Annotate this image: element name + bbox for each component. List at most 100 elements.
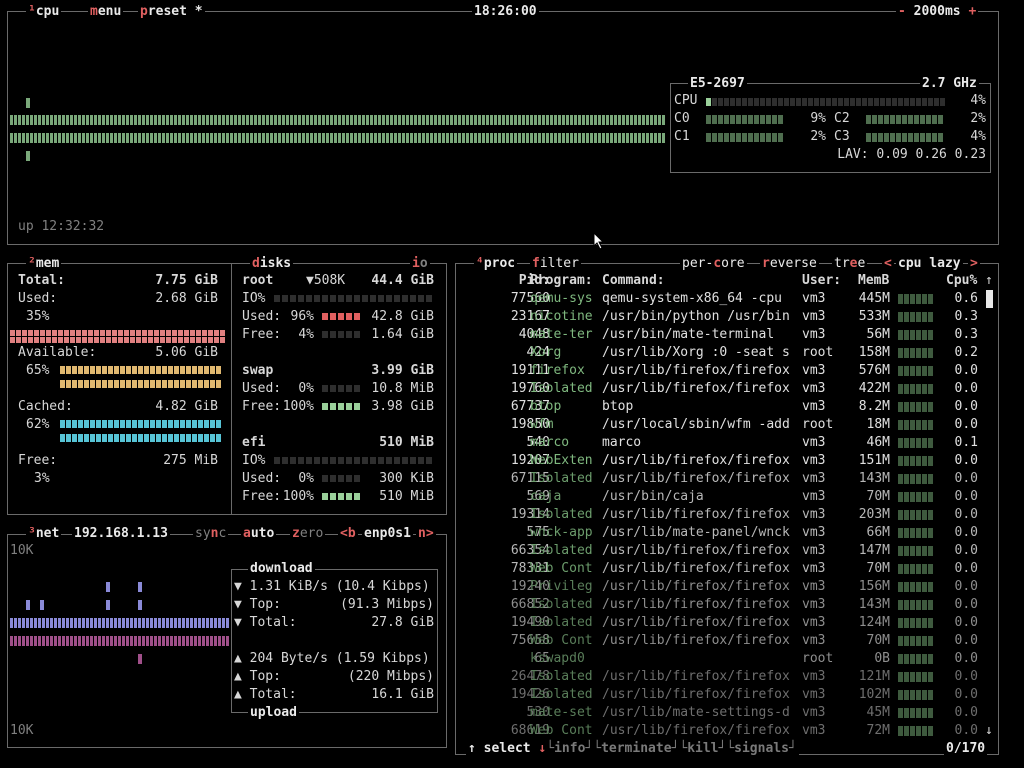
disks-title[interactable]: disks xyxy=(250,257,294,271)
header-command[interactable]: Command: xyxy=(602,272,665,290)
mem-graph-cell xyxy=(126,380,131,388)
memory-panel-title[interactable]: ²mem xyxy=(26,257,62,271)
net-download-cell xyxy=(130,618,133,628)
cpu-graph-cell xyxy=(18,115,21,125)
process-command: /usr/lib/firefox/firefox xyxy=(602,453,790,468)
net-upload-cell xyxy=(138,654,142,664)
cpu-graph-cell xyxy=(462,133,465,143)
process-row[interactable]: 540 marco marco vm3 46M 0.1 xyxy=(458,434,998,452)
process-mem: 8.2M xyxy=(858,399,890,414)
process-command: /usr/lib/firefox/firefox xyxy=(602,561,790,576)
signals-button[interactable]: signals xyxy=(734,741,789,756)
core-graph-cell xyxy=(866,115,871,124)
disk-meter-cell xyxy=(330,331,336,338)
header-program[interactable]: Program: xyxy=(530,272,593,290)
cpu-graph-cell xyxy=(218,115,221,125)
process-mem: 70M xyxy=(866,489,890,504)
net-next-interface-button[interactable]: n> xyxy=(416,527,436,541)
process-row[interactable]: 26478 Isolated/usr/lib/firefox/firefox vm3… xyxy=(458,668,998,686)
proc-tree-toggle[interactable]: tree xyxy=(832,257,868,271)
disk-meter-cell xyxy=(338,493,344,500)
cpu-graph-cell xyxy=(278,133,281,143)
menu-button[interactable]: menu xyxy=(88,5,124,19)
io-toggle[interactable]: io xyxy=(410,257,430,271)
cpu-graph-cell xyxy=(290,115,293,125)
process-row[interactable]: 575 wnck-app/usr/lib/mate-panel/wnck vm3 66… xyxy=(458,524,998,542)
net-auto-toggle[interactable]: auto xyxy=(241,527,277,541)
process-cpu-cell xyxy=(916,420,921,430)
process-row[interactable]: 569 caja/usr/bin/caja vm3 70M 0.0 xyxy=(458,488,998,506)
header-cpu[interactable]: Cpu% xyxy=(946,272,977,290)
process-row[interactable]: 19240 Privileg/usr/lib/firefox/firefox vm3… xyxy=(458,578,998,596)
interval-decrease-button[interactable]: - xyxy=(898,4,906,19)
process-row[interactable]: 66852 Isolated/usr/lib/firefox/firefox vm3… xyxy=(458,596,998,614)
process-cpu-cell xyxy=(922,492,927,502)
process-cpu-cell xyxy=(916,330,921,340)
cpu-title[interactable]: cpu xyxy=(36,4,59,19)
net-upload-cell xyxy=(214,636,217,646)
header-mem[interactable]: MemB xyxy=(858,272,889,290)
cpu-graph-cell xyxy=(226,115,229,125)
proc-per-core-toggle[interactable]: per-core xyxy=(680,257,747,271)
sort-next-button[interactable]: > xyxy=(968,257,980,271)
mem-graph-cell xyxy=(132,380,137,388)
terminate-button[interactable]: terminate xyxy=(601,741,671,756)
proc-reverse-toggle[interactable]: reverse xyxy=(760,257,819,271)
process-panel-title[interactable]: ⁴proc xyxy=(474,257,518,271)
net-prev-interface-button[interactable]: <b xyxy=(338,527,358,541)
process-row[interactable]: 78331 Web Cont/usr/lib/firefox/firefox vm3… xyxy=(458,560,998,578)
cpu-graph-cell xyxy=(590,115,593,125)
proc-scrollbar[interactable] xyxy=(986,290,993,308)
disk-meter-cell xyxy=(290,295,296,302)
process-row[interactable]: 4048 mate-ter/usr/bin/mate-terminal vm3 56M… xyxy=(458,326,998,344)
process-row[interactable]: 530 mate-set/usr/lib/mate-settings-d vm3 45… xyxy=(458,704,998,722)
process-row[interactable]: 19490 Isolated/usr/lib/firefox/firefox vm3… xyxy=(458,614,998,632)
disk-swap-used-value: 10.8 MiB xyxy=(371,381,434,396)
cpu-graph-cell xyxy=(382,115,385,125)
process-row[interactable]: 23167 nicotine/usr/bin/python /usr/bin vm3… xyxy=(458,308,998,326)
cpu-graph-cell xyxy=(302,133,305,143)
disk-root-used-label: Used: xyxy=(242,309,282,324)
process-row[interactable]: 19314 Isolated/usr/lib/firefox/firefox vm3… xyxy=(458,506,998,524)
preset-button[interactable]: preset * xyxy=(138,5,205,19)
kill-button[interactable]: kill xyxy=(687,741,718,756)
process-program: Isolated xyxy=(530,597,593,612)
mem-free-value: 275 MiB xyxy=(163,453,218,468)
process-row[interactable]: 77560 qemu-sys qemu-system-x86_64 -cpu vm3 4… xyxy=(458,290,998,308)
cpu-graph-cell xyxy=(322,115,325,125)
process-row[interactable]: 19850 wfm/usr/local/sbin/wfm -add root 18M 0… xyxy=(458,416,998,434)
header-user[interactable]: User: xyxy=(802,272,841,290)
process-row[interactable]: 65 kswapd0 root 0B 0.0 xyxy=(458,650,998,668)
scroll-down-icon[interactable]: ↓ xyxy=(985,722,993,740)
cpu-graph-cell xyxy=(466,115,469,125)
process-row[interactable]: 19207 WebExten/usr/lib/firefox/firefox vm3… xyxy=(458,452,998,470)
proc-filter-button[interactable]: filter xyxy=(530,257,581,271)
process-mem: 0B xyxy=(874,651,890,666)
process-row[interactable]: 68619 Web Cont/usr/lib/firefox/firefox vm3… xyxy=(458,722,998,740)
process-cpu-cell xyxy=(898,528,903,538)
process-cpu-cell xyxy=(904,492,909,502)
process-row[interactable]: 75658 Web Cont/usr/lib/firefox/firefox vm3… xyxy=(458,632,998,650)
process-row[interactable]: 66354 Isolated/usr/lib/firefox/firefox vm3… xyxy=(458,542,998,560)
process-row[interactable]: 424 Xorg/usr/lib/Xorg :0 -seat s root 158M 0… xyxy=(458,344,998,362)
process-row[interactable]: 67115 Isolated/usr/lib/firefox/firefox vm3… xyxy=(458,470,998,488)
info-button[interactable]: info xyxy=(554,741,585,756)
process-cpu-cell xyxy=(928,708,933,718)
upload-total-value: 16.1 GiB xyxy=(371,687,434,702)
interval-increase-button[interactable]: + xyxy=(968,4,976,19)
net-zero-toggle[interactable]: zero xyxy=(290,527,326,541)
cpu-graph-cell xyxy=(98,115,101,125)
process-row[interactable]: 19426 Isolated/usr/lib/firefox/firefox vm3… xyxy=(458,686,998,704)
select-up-button[interactable]: ↑ xyxy=(468,741,476,756)
cpu-total-percent: 4% xyxy=(970,93,986,108)
network-panel-title[interactable]: ³net xyxy=(26,527,62,541)
sort-prev-button[interactable]: < xyxy=(882,257,894,271)
process-row[interactable]: 19111 firefox/usr/lib/firefox/firefox vm3 5… xyxy=(458,362,998,380)
process-cpu-graph xyxy=(898,474,933,484)
process-row[interactable]: 19760 Isolated/usr/lib/firefox/firefox vm3… xyxy=(458,380,998,398)
process-row[interactable]: 67737 btop btop vm3 8.2M 0.0 xyxy=(458,398,998,416)
scroll-up-icon[interactable]: ↑ xyxy=(985,272,993,290)
net-sync-toggle[interactable]: sync xyxy=(193,527,229,541)
process-cpu-cell xyxy=(898,384,903,394)
cpu-graph-cell xyxy=(630,115,633,125)
